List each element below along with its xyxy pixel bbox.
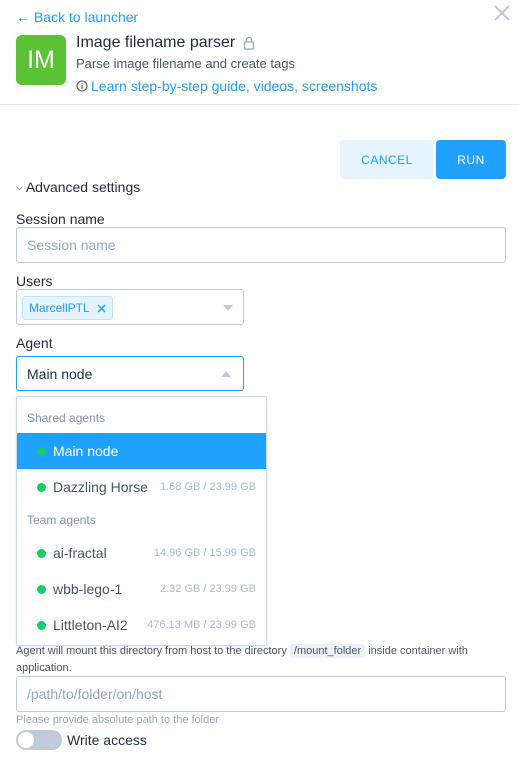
mount-help-text: Agent will mount this directory from hos… [16, 643, 496, 677]
agent-option[interactable]: Main node [17, 433, 266, 469]
mount-target-dir: /mount_folder [289, 644, 366, 658]
app-title: Image filename parser [76, 34, 236, 51]
agent-select-value: Main node [27, 365, 93, 382]
users-label: Users [16, 273, 53, 289]
lock-icon [243, 36, 255, 50]
back-to-launcher-link[interactable]: ← Back to launcher [16, 9, 138, 25]
write-access-label: Write access [67, 732, 147, 748]
tag-remove-icon[interactable] [97, 303, 106, 313]
agent-option[interactable]: wbb-lego-1 2.32 GB / 23.99 GB [17, 571, 266, 607]
host-path-input[interactable] [16, 676, 506, 712]
status-online-icon [37, 446, 46, 456]
agent-option-name: ai-fractal [53, 545, 107, 561]
app-description: Parse image filename and create tags [76, 56, 295, 71]
advanced-settings-label: Advanced settings [25, 179, 141, 195]
agent-option[interactable]: ai-fractal 14.96 GB / 15.99 GB [17, 535, 266, 571]
write-access-toggle[interactable] [16, 730, 62, 750]
agent-option-name: Dazzling Horse [53, 479, 148, 495]
mount-help-before: Agent will mount this directory from hos… [16, 645, 287, 657]
app-logo: IM [16, 35, 66, 85]
chevron-down-icon: ⌵ [16, 182, 23, 192]
status-online-icon [37, 584, 46, 594]
run-button[interactable]: RUN [436, 140, 506, 179]
agent-memory: 14.96 GB / 15.99 GB [153, 547, 256, 559]
info-icon [76, 80, 88, 92]
chevron-up-icon [221, 371, 231, 377]
agent-memory: 2.32 GB / 23.99 GB [159, 583, 256, 595]
user-tag-label: MarcellPTL [29, 301, 90, 315]
dropdown-group-label: Shared agents [27, 411, 106, 425]
user-tag: MarcellPTL [22, 296, 113, 320]
agent-select[interactable]: Main node [16, 356, 244, 391]
status-online-icon [37, 620, 46, 630]
header-divider [0, 104, 519, 105]
learn-guide-link[interactable]: Learn step-by-step guide, videos, screen… [91, 78, 377, 94]
agent-option[interactable]: Dazzling Horse 1.68 GB / 23.99 GB [17, 469, 266, 505]
chevron-down-icon [223, 305, 233, 311]
agent-dropdown: Shared agents Main node Dazzling Horse 1… [16, 396, 267, 646]
advanced-settings-toggle[interactable]: ⌵ Advanced settings [16, 179, 140, 195]
status-online-icon [37, 548, 46, 558]
toggle-knob [18, 732, 34, 748]
session-name-input[interactable] [16, 227, 506, 263]
agent-memory: 476.13 MB / 23.99 GB [147, 619, 256, 631]
session-name-label: Session name [16, 211, 105, 227]
users-select[interactable]: MarcellPTL [16, 289, 244, 325]
agent-option-name: wbb-lego-1 [53, 581, 123, 597]
agent-memory: 1.68 GB / 23.99 GB [159, 481, 256, 493]
agent-option-name: Littleton-AI2 [53, 617, 128, 633]
dropdown-group-label: Team agents [27, 513, 96, 527]
status-online-icon [37, 482, 46, 492]
host-path-hint: Please provide absolute path to the fold… [16, 714, 220, 726]
agent-option-name: Main node [53, 443, 119, 459]
close-icon[interactable] [493, 4, 511, 22]
agent-label: Agent [16, 335, 53, 351]
cancel-button[interactable]: CANCEL [340, 140, 434, 179]
agent-option[interactable]: Littleton-AI2 476.13 MB / 23.99 GB [17, 607, 266, 643]
